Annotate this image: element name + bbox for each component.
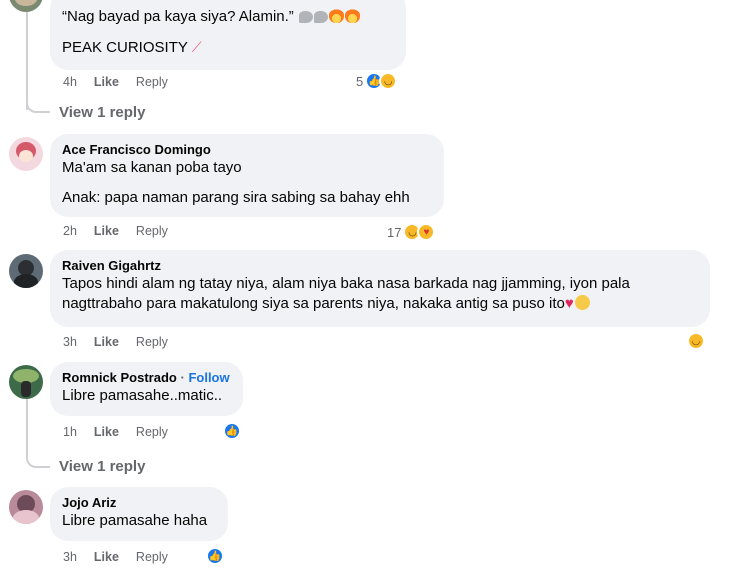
thread-rail-elbow (26, 85, 50, 113)
like-button[interactable]: Like (94, 425, 119, 439)
comment-bubble: Ace Francisco Domingo Ma'am sa kanan pob… (50, 134, 444, 217)
avatar[interactable] (9, 365, 43, 399)
avatar[interactable] (9, 254, 43, 288)
like-button[interactable]: Like (94, 550, 119, 564)
reply-button[interactable]: Reply (136, 425, 168, 439)
view-replies-link[interactable]: View 1 reply (59, 104, 145, 121)
like-button[interactable]: Like (94, 75, 119, 89)
haha-reaction-icon: ◡ (687, 332, 705, 350)
avatar[interactable] (9, 137, 43, 171)
reaction-count: 5 (356, 73, 364, 89)
sad-emoji-icon (574, 295, 590, 310)
avatar[interactable] (9, 0, 43, 12)
view-replies-link[interactable]: View 1 reply (59, 458, 145, 475)
avatar[interactable] (9, 490, 43, 524)
comment-text: Ma'am sa kanan poba tayo (62, 159, 242, 176)
reaction-summary[interactable]: 👍 (223, 422, 241, 440)
trending-icon: ⟋ (191, 39, 202, 55)
timestamp[interactable]: 3h (63, 335, 77, 349)
comment-actions: 2h Like Reply (63, 224, 168, 238)
comment-text: Libre pamasahe..matic.. (62, 387, 223, 404)
fire-emoji-icon (328, 8, 344, 23)
speech-emoji-icon (298, 11, 313, 23)
timestamp[interactable]: 3h (63, 550, 77, 564)
comment-author[interactable]: Jojo Ariz (62, 495, 216, 511)
comment-bubble: Jojo Ariz Libre pamasahe haha (50, 487, 228, 541)
comment-text: PEAK CURIOSITY ⟋ (62, 39, 202, 56)
reply-button[interactable]: Reply (136, 75, 168, 89)
reaction-summary[interactable]: 👍 (206, 547, 224, 565)
comment-author[interactable]: Romnick Postrado (62, 370, 177, 385)
comment-actions: 3h Like Reply (63, 335, 168, 349)
comment-bubble: Romnick Postrado · Follow Libre pamasahe… (50, 362, 243, 416)
comment-actions: 1h Like Reply (63, 425, 168, 439)
reaction-count: 17 (387, 224, 402, 240)
reply-button[interactable]: Reply (136, 335, 168, 349)
reaction-summary[interactable]: 5 👍 ◡ (356, 72, 398, 90)
comment-text: Anak: papa naman parang sira sabing sa b… (62, 189, 410, 206)
reaction-summary[interactable]: ◡ (687, 332, 705, 350)
timestamp[interactable]: 1h (63, 425, 77, 439)
reaction-summary[interactable]: 17 ◡ ♥ (387, 223, 436, 241)
care-reaction-icon: ♥ (417, 223, 436, 241)
haha-reaction-icon: ◡ (379, 72, 398, 90)
heart-emoji-icon: ♥ (564, 295, 574, 312)
timestamp[interactable]: 2h (63, 224, 77, 238)
comment-author[interactable]: Ace Francisco Domingo (62, 142, 432, 158)
reply-button[interactable]: Reply (136, 224, 168, 238)
like-button[interactable]: Like (94, 224, 119, 238)
comment-text: Tapos hindi alam ng tatay niya, alam niy… (62, 275, 630, 292)
timestamp[interactable]: 4h (63, 75, 77, 89)
thread-rail-elbow (26, 440, 50, 468)
comment-text: Libre pamasahe haha (62, 512, 208, 529)
like-reaction-icon: 👍 (223, 422, 241, 440)
speech-emoji-icon (313, 11, 328, 23)
fire-emoji-icon (344, 8, 360, 23)
comment-actions: 3h Like Reply (63, 550, 168, 564)
comment-text: nagttrabaho para makatulong siya sa pare… (62, 294, 698, 314)
comment-bubble: Raiven Gigahrtz Tapos hindi alam ng tata… (50, 250, 710, 327)
follow-button[interactable]: Follow (188, 370, 229, 385)
comment-bubble: “Nag bayad pa kaya siya? Alamin.” PEAK C… (50, 0, 406, 70)
like-reaction-icon: 👍 (206, 547, 224, 565)
comment-author[interactable]: Raiven Gigahrtz (62, 258, 698, 274)
comment-text: “Nag bayad pa kaya siya? Alamin.” (62, 7, 394, 27)
comment-author-row: Romnick Postrado · Follow (62, 370, 230, 385)
reply-button[interactable]: Reply (136, 550, 168, 564)
like-button[interactable]: Like (94, 335, 119, 349)
comment-actions: 4h Like Reply (63, 75, 168, 89)
